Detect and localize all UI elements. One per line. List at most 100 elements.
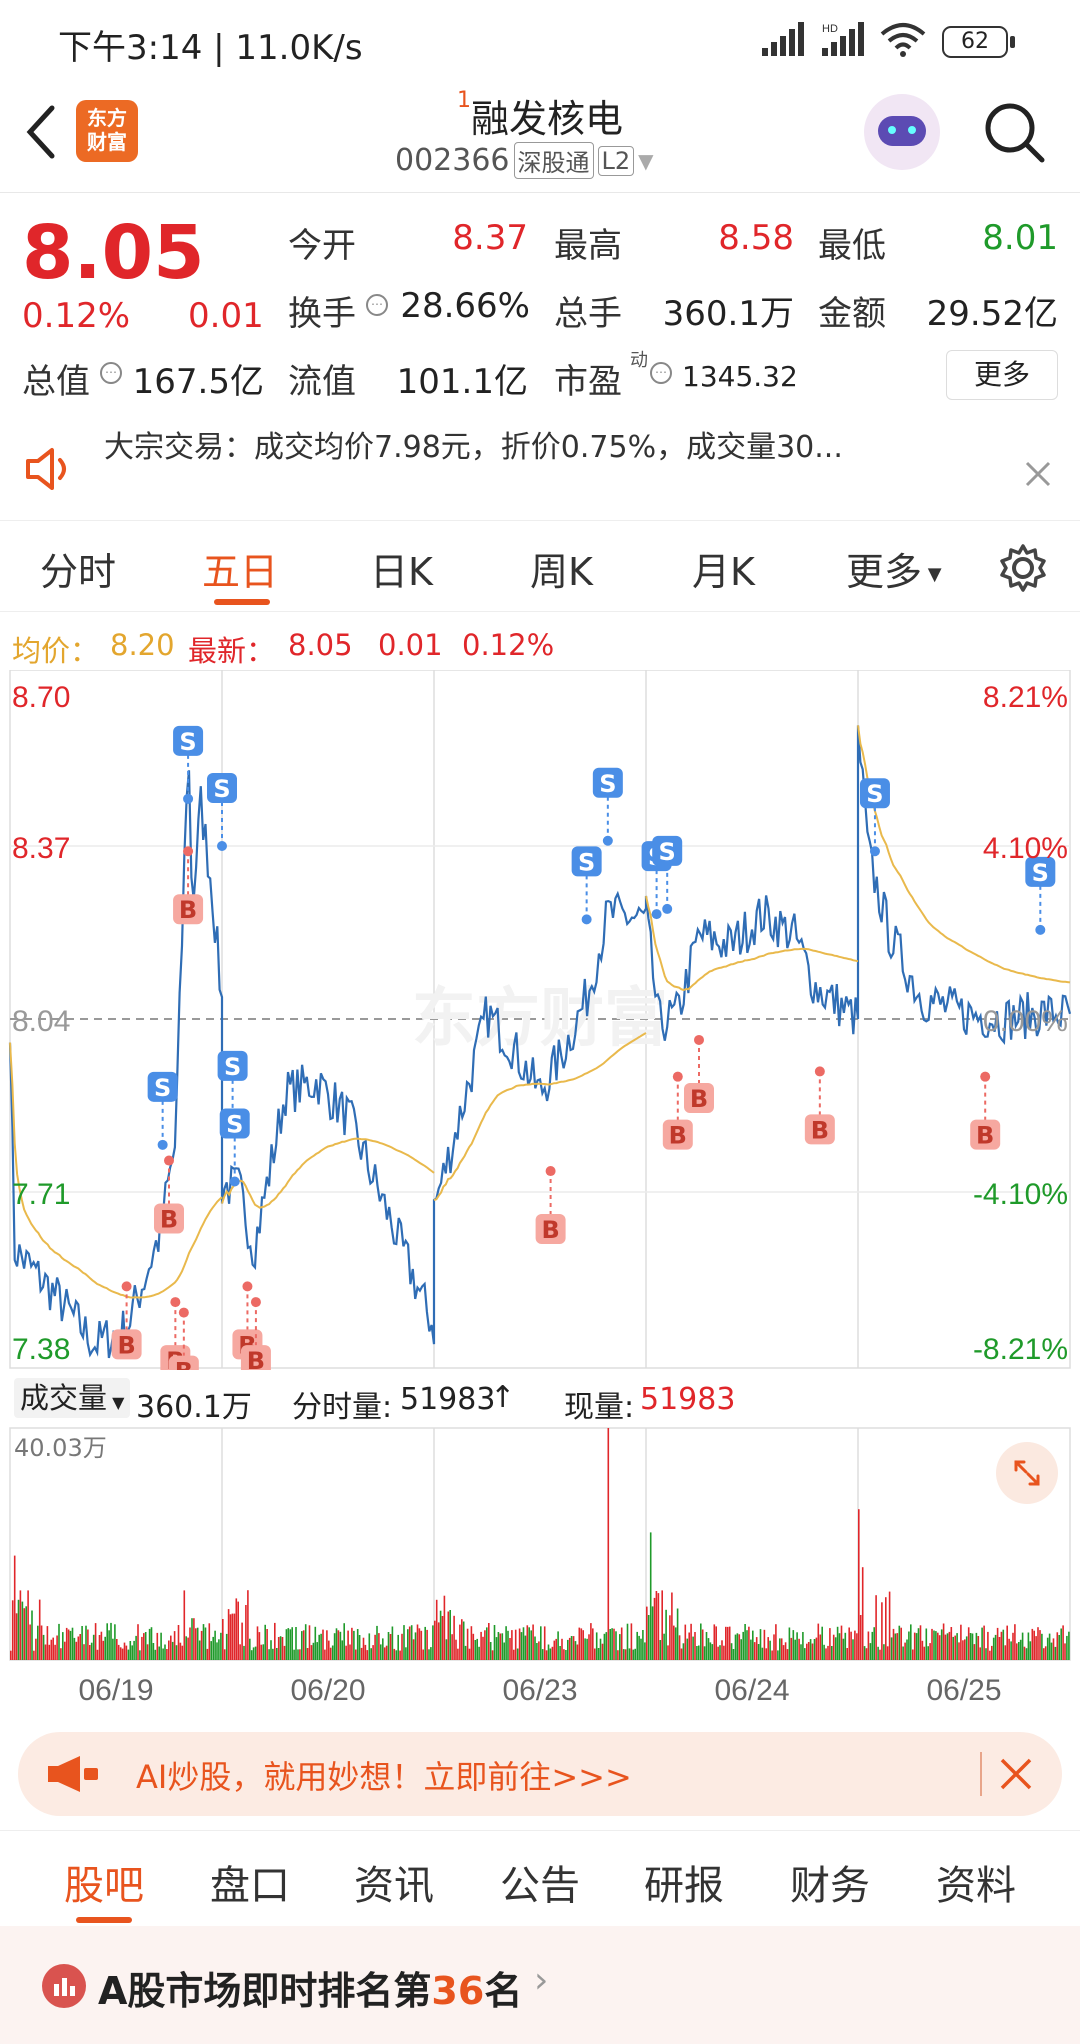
volume-bar [886,1646,889,1660]
five-day-price-chart[interactable]: 东方财富BBBBSSBSSSBBBSSBBSSBSBS8.708.378.047… [0,670,1080,1370]
volume-bar [867,1631,870,1660]
stock-title-block[interactable]: 1融发核电 [300,88,780,143]
volume-bar [840,1625,843,1660]
volume-bar [81,1626,83,1660]
tab-intraday[interactable]: 分时 [40,541,116,596]
volume-bar [196,1627,199,1660]
volume-bar [848,1627,850,1660]
volume-bar [965,1636,968,1660]
volume-bar [942,1623,945,1660]
volume-bar [158,1646,160,1660]
volume-bar [162,1648,164,1660]
volume-bar [472,1633,475,1660]
volume-bar [779,1638,781,1660]
volume-bar [391,1626,394,1660]
volume-bar [23,1608,26,1660]
notice-text: 大宗交易：成交均价7.98元，折价0.75%，成交量30... [104,430,843,465]
change-percent: 0.12% [22,296,131,336]
latest-value: 8.05 [288,628,353,662]
volume-bar [940,1629,943,1660]
volume-bar [553,1640,556,1660]
volume-bar [455,1639,457,1660]
marker-dot [602,835,613,846]
volume-bar [651,1606,654,1660]
volume-bar [632,1649,635,1660]
volume-bar [981,1627,983,1660]
tab-research[interactable]: 研报 [644,1853,724,1911]
expand-button[interactable] [996,1442,1058,1504]
more-button[interactable]: 更多 [946,350,1058,400]
volume-bar [1023,1646,1026,1660]
volume-bar [703,1646,706,1660]
volume-bar [121,1648,124,1660]
volume-bar [171,1641,174,1660]
volume-bar [827,1645,829,1660]
volume-selector[interactable]: 成交量 ▼ [14,1378,131,1418]
speaker-icon [26,448,66,490]
volume-bar [410,1625,413,1660]
tab-monthly-k[interactable]: 月K [692,541,755,596]
marker-dot [869,846,880,857]
volume-bar [1006,1625,1008,1660]
tab-weekly-k[interactable]: 周K [530,541,593,596]
market-rank-banner[interactable]: A股市场即时排名第36名 › [0,1926,1080,2044]
volume-bar [48,1644,51,1660]
volume-bar [476,1638,478,1660]
volume-bar [806,1643,808,1660]
volume-bar [728,1626,731,1660]
volume-bar [892,1628,895,1660]
chevron-down-icon[interactable]: ▼ [638,149,653,173]
volume-bar [393,1648,396,1660]
volume-bar [198,1640,201,1660]
stock-code-row: 002366 深股通 L2 ▼ [395,142,654,179]
market-cap-label: 总值 [22,362,90,402]
volume-bar [459,1624,461,1660]
marker-dot [170,1297,181,1308]
volume-bar [11,1600,14,1660]
tab-order-book[interactable]: 盘口 [210,1853,290,1911]
volume-bar [329,1647,332,1660]
volume-bar [457,1648,459,1660]
volume-bar [883,1644,885,1660]
ai-promo-banner[interactable]: AI炒股，就用妙想！立即前往>>> [18,1732,1062,1816]
low-label: 最低 [818,226,886,266]
volume-bar [775,1624,777,1660]
volume-bar [634,1648,636,1660]
tab-five-day[interactable]: 五日 [202,541,278,596]
ai-assistant-avatar[interactable] [864,94,940,170]
volume-info-row: 成交量 ▼ 360.1万 分时量: 51983 ↑ 现量: 51983 [0,1374,1080,1425]
volume-bar [54,1644,56,1660]
amount-value: 29.52亿 [926,294,1058,334]
volume-bar [90,1642,93,1660]
volume-bar [992,1637,995,1660]
notice-bar[interactable]: 大宗交易：成交均价7.98元，折价0.75%，成交量30... [0,422,1080,518]
volume-bar [316,1642,318,1660]
volume-bar [655,1591,658,1660]
back-icon[interactable] [22,104,58,160]
volume-bar [79,1634,81,1660]
info-icon[interactable]: ⋯ [650,362,672,384]
volume-label: 总手 [554,294,622,334]
search-icon[interactable] [982,100,1048,166]
volume-bar [112,1638,114,1660]
tab-announcements[interactable]: 公告 [500,1853,580,1911]
close-icon[interactable] [1024,460,1052,488]
tab-news[interactable]: 资讯 [354,1853,434,1911]
tab-forum[interactable]: 股吧 [64,1853,144,1911]
volume-bar [794,1639,796,1660]
tab-financials[interactable]: 财务 [790,1853,870,1911]
volume-bar [1025,1648,1028,1660]
tab-profile[interactable]: 资料 [936,1853,1016,1911]
volume-bar [514,1629,517,1660]
tab-daily-k[interactable]: 日K [370,541,433,596]
volume-bar [719,1645,721,1660]
volume-bar [723,1645,725,1660]
buy-marker: B [690,1085,708,1113]
volume-bar [114,1624,116,1660]
gear-icon[interactable] [998,543,1048,593]
close-icon[interactable] [998,1756,1034,1792]
volume-bar [786,1649,789,1660]
tab-more[interactable]: 更多 ▼ [846,541,942,596]
info-icon[interactable]: ⋯ [100,362,122,384]
info-icon[interactable]: ⋯ [366,294,388,316]
